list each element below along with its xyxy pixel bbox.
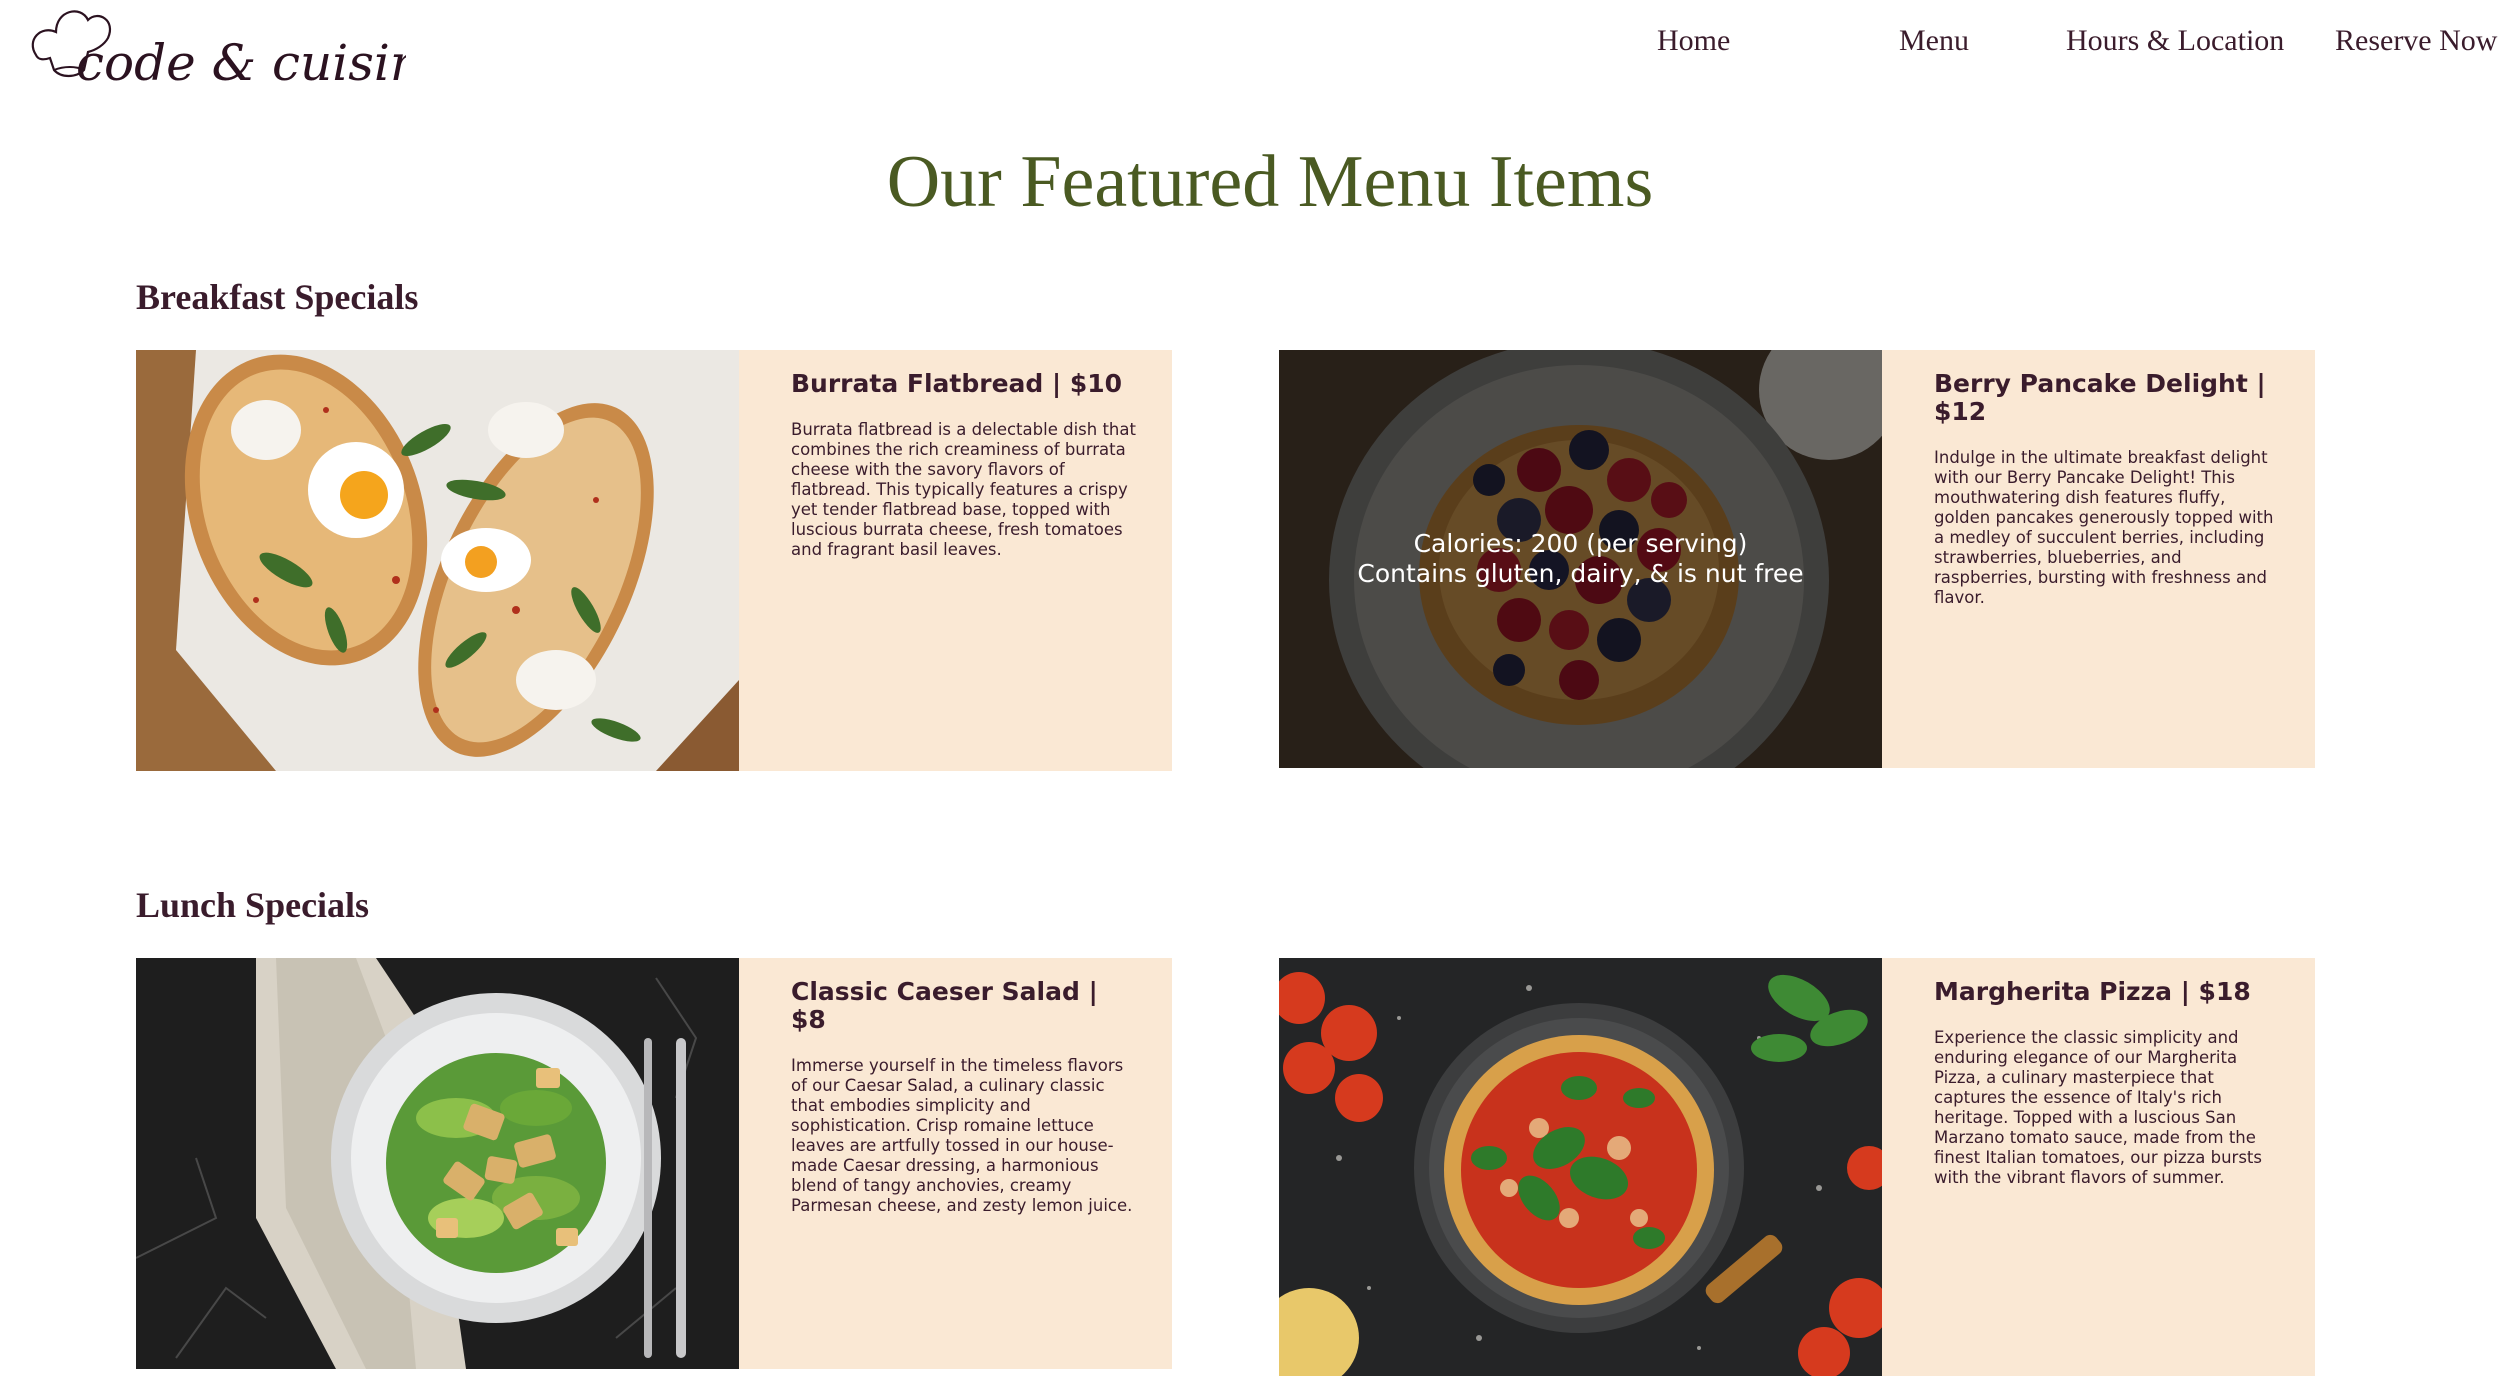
chef-hat-logo-icon: code & cuisine — [31, 10, 452, 92]
caesar-salad-image — [136, 958, 739, 1369]
nutrition-overlay: Calories: 200 (per serving) Contains glu… — [1279, 350, 1882, 768]
page-title: Our Featured Menu Items — [886, 141, 1654, 223]
section-title-lunch: Lunch Specials — [136, 885, 370, 925]
nav-home[interactable]: Home — [1657, 24, 1730, 58]
brand-logo[interactable]: code & cuisine — [26, 0, 452, 100]
nav-reserve-now[interactable]: Reserve Now — [2335, 24, 2497, 58]
menu-item-description: Experience the classic simplicity and en… — [1934, 1028, 2262, 1187]
menu-item-title: Classic Caeser Salad | $8 — [791, 977, 1098, 1034]
berry-pancake-image: Calories: 200 (per serving) Contains glu… — [1279, 350, 1882, 768]
menu-card-caesar-salad[interactable]: Classic Caeser Salad | $8 Immerse yourse… — [136, 958, 1172, 1369]
logo-text: code & cuisine — [76, 34, 406, 92]
menu-item-description: Burrata flatbread is a delectable dish t… — [791, 420, 1136, 559]
margherita-pizza-image — [1279, 958, 1882, 1376]
menu-item-title: Burrata Flatbread | $10 — [791, 369, 1123, 398]
menu-item-title: Margherita Pizza | $18 — [1934, 977, 2251, 1006]
nav-menu[interactable]: Menu — [1899, 24, 1969, 58]
menu-item-description: Indulge in the ultimate breakfast deligh… — [1934, 448, 2274, 607]
menu-card-burrata-flatbread[interactable]: Burrata Flatbread | $10 Burrata flatbrea… — [136, 350, 1172, 771]
menu-card-margherita-pizza[interactable]: Margherita Pizza | $18 Experience the cl… — [1279, 958, 2315, 1376]
nav-hours-location[interactable]: Hours & Location — [2066, 24, 2284, 58]
burrata-flatbread-image — [136, 350, 739, 771]
menu-item-title: Berry Pancake Delight | $12 — [1934, 369, 2266, 426]
calories-text: Calories: 200 (per serving) — [1413, 529, 1748, 558]
menu-item-description: Immerse yourself in the timeless flavors… — [791, 1056, 1133, 1215]
section-title-breakfast: Breakfast Specials — [136, 277, 419, 317]
menu-card-berry-pancake[interactable]: Calories: 200 (per serving) Contains glu… — [1279, 350, 2315, 768]
allergen-text: Contains gluten, dairy, & is nut free — [1357, 559, 1804, 588]
